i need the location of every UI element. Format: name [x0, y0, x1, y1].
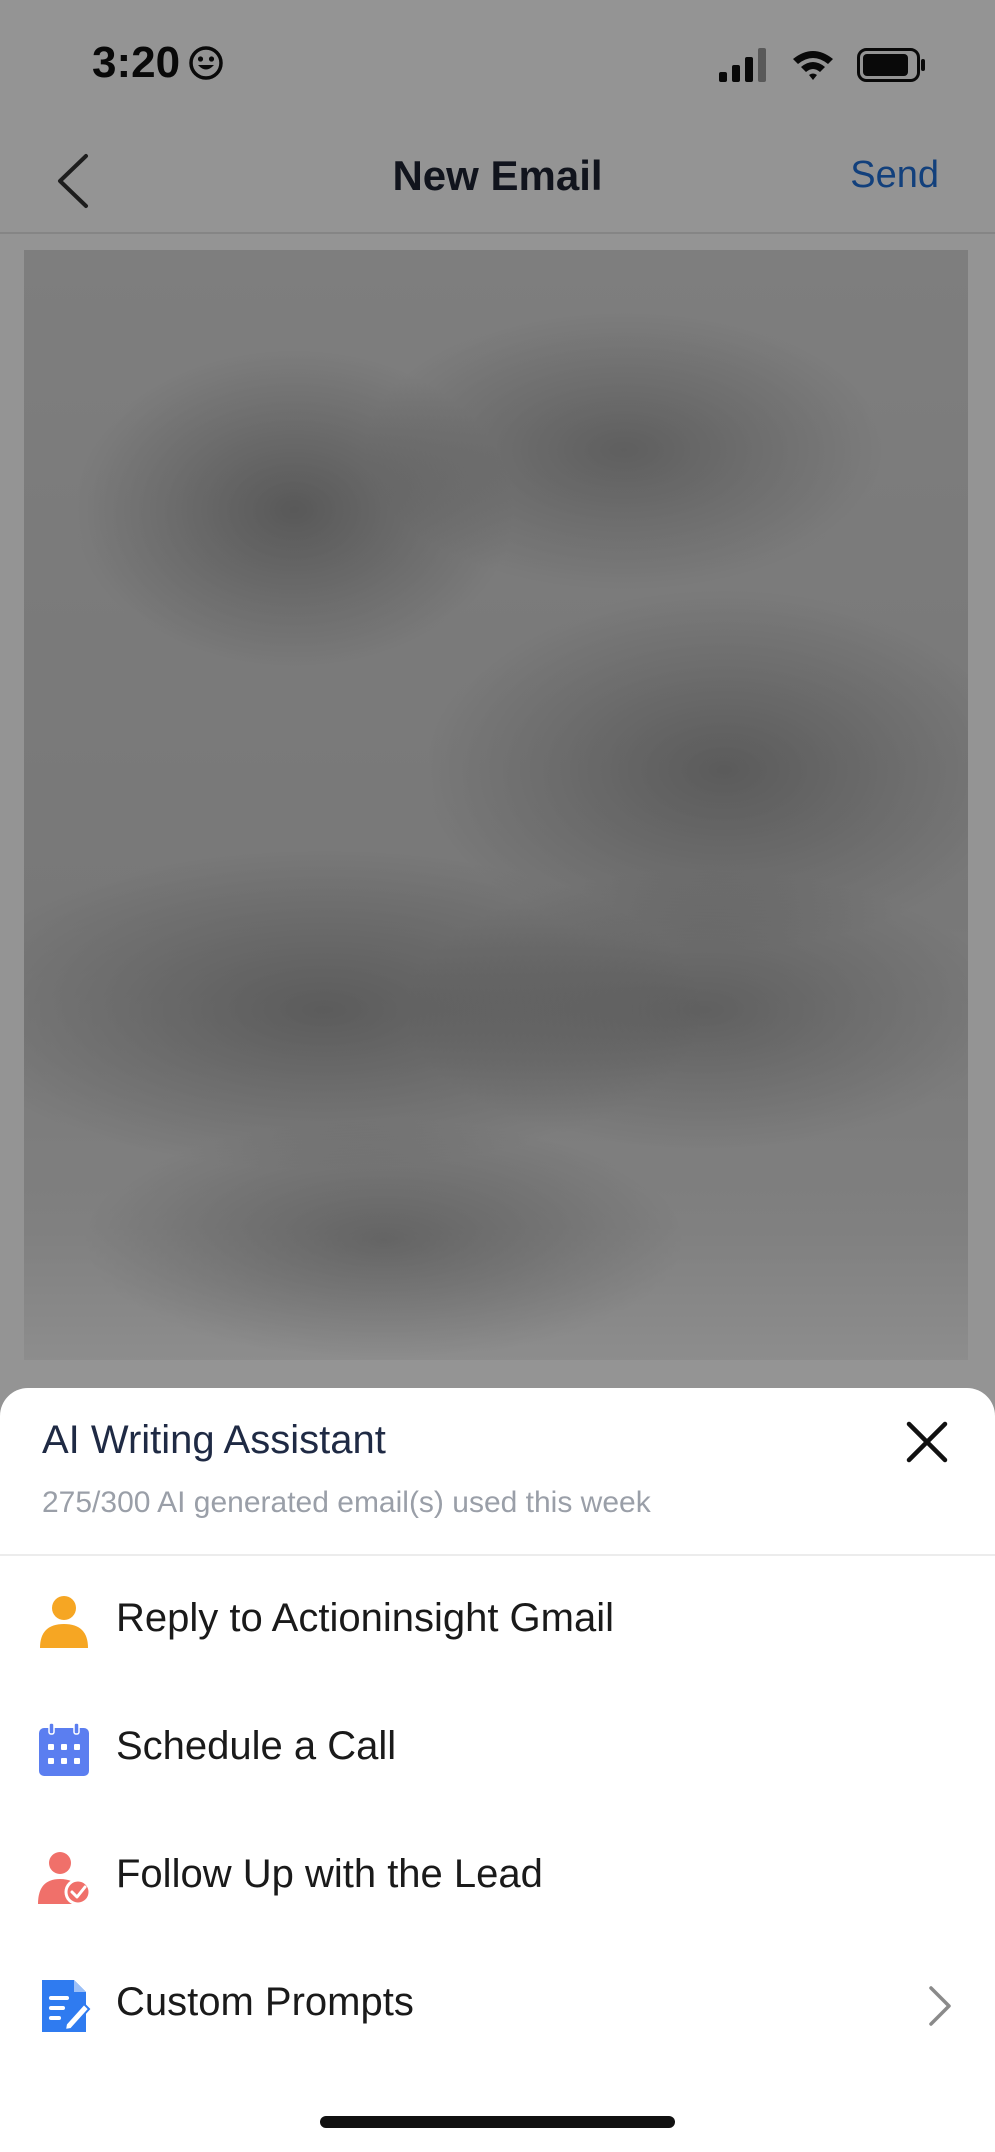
usage-counter: 275/300 AI generated email(s) used this …: [42, 1486, 651, 1519]
assistant-option-list: Reply to Actioninsight Gmail Schedule a …: [0, 1556, 995, 2068]
document-edit-icon: [42, 1980, 91, 2032]
option-label: Reply to Actioninsight Gmail: [116, 1596, 615, 1640]
close-icon[interactable]: [903, 1418, 951, 1466]
option-reply-to-gmail[interactable]: Reply to Actioninsight Gmail: [0, 1556, 995, 1684]
option-follow-up-lead[interactable]: Follow Up with the Lead: [0, 1812, 995, 1940]
option-custom-prompts[interactable]: Custom Prompts: [0, 1940, 995, 2068]
option-label: Schedule a Call: [116, 1724, 397, 1768]
option-label: Custom Prompts: [116, 1980, 414, 2024]
person-check-icon: [38, 1852, 92, 1906]
option-label: Follow Up with the Lead: [116, 1852, 543, 1896]
chevron-right-icon: [929, 1986, 951, 2026]
sheet-header: AI Writing Assistant 275/300 AI generate…: [0, 1388, 995, 1556]
option-schedule-call[interactable]: Schedule a Call: [0, 1684, 995, 1812]
sheet-title: AI Writing Assistant: [42, 1418, 386, 1462]
ai-writing-assistant-sheet: AI Writing Assistant 275/300 AI generate…: [0, 1388, 995, 2152]
home-indicator[interactable]: [320, 2116, 675, 2128]
calendar-icon: [39, 1722, 89, 1776]
person-icon: [40, 1596, 88, 1648]
